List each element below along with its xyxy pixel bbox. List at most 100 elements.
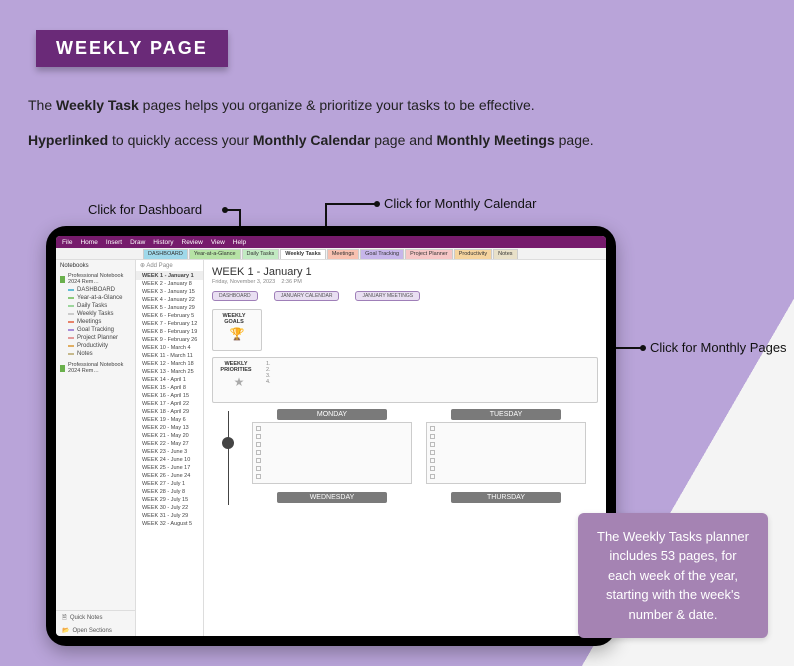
sidebar-item[interactable]: Project Planner	[56, 334, 135, 342]
notebook-label: Professional Notebook 2024 Rem…	[68, 362, 131, 374]
meetings-link-button[interactable]: JANUARY MEETINGS	[355, 291, 420, 301]
notebook-item[interactable]: Professional Notebook 2024 Rem…	[56, 361, 135, 375]
day-grid[interactable]	[426, 422, 586, 484]
page-item[interactable]: WEEK 5 - January 29	[136, 304, 203, 312]
menu-file[interactable]: File	[62, 239, 72, 246]
page-item[interactable]: WEEK 10 - March 4	[136, 344, 203, 352]
page-item[interactable]: WEEK 9 - February 26	[136, 336, 203, 344]
notebook-icon	[60, 276, 65, 283]
sidebar-item[interactable]: DASHBOARD	[56, 286, 135, 294]
page-item[interactable]: WEEK 26 - June 24	[136, 472, 203, 480]
sidebar-item[interactable]: Meetings	[56, 318, 135, 326]
label: Meetings	[77, 319, 101, 325]
page-item[interactable]: WEEK 21 - May 20	[136, 432, 203, 440]
page-item[interactable]: WEEK 6 - February 5	[136, 312, 203, 320]
page-item[interactable]: WEEK 31 - July 29	[136, 512, 203, 520]
sidebar-item[interactable]: Weekly Tasks	[56, 310, 135, 318]
page-item[interactable]: WEEK 15 - April 8	[136, 384, 203, 392]
page-item[interactable]: WEEK 18 - April 29	[136, 408, 203, 416]
calendar-link-button[interactable]: JANUARY CALENDAR	[274, 291, 340, 301]
page-item[interactable]: WEEK 2 - January 8	[136, 280, 203, 288]
star-icon: ★	[218, 375, 260, 389]
sidebar-item[interactable]: Productivity	[56, 342, 135, 350]
quick-notes[interactable]: 🗎Quick Notes	[56, 611, 135, 625]
page-item[interactable]: WEEK 29 - July 15	[136, 496, 203, 504]
page-item[interactable]: WEEK 8 - February 19	[136, 328, 203, 336]
weekly-goals-panel: WEEKLY GOALS 🏆	[212, 309, 262, 351]
page-item[interactable]: WEEK 32 - August 5	[136, 520, 203, 528]
sidebar-item[interactable]: Year-at-a-Glance	[56, 294, 135, 302]
sidebar-item[interactable]: Goal Tracking	[56, 326, 135, 334]
swatch-icon	[68, 289, 74, 291]
sidebar-item[interactable]: Daily Tasks	[56, 302, 135, 310]
note-icon: 🗎	[62, 613, 67, 623]
callout-pages: Click for Monthly Pages	[650, 340, 787, 355]
line	[326, 203, 375, 205]
page-item[interactable]: WEEK 1 - January 1	[136, 272, 203, 280]
page-item[interactable]: WEEK 30 - July 22	[136, 504, 203, 512]
page-badge: WEEKLY PAGE	[36, 30, 228, 67]
page-item[interactable]: WEEK 14 - April 1	[136, 376, 203, 384]
page-item[interactable]: WEEK 3 - January 15	[136, 288, 203, 296]
callout-calendar: Click for Monthly Calendar	[384, 196, 536, 211]
page-item[interactable]: WEEK 20 - May 13	[136, 424, 203, 432]
menu-home[interactable]: Home	[80, 239, 97, 246]
tab-dashboard[interactable]: DASHBOARD	[143, 249, 188, 259]
page-item[interactable]: WEEK 12 - March 18	[136, 360, 203, 368]
sidebar: Notebooks Professional Notebook 2024 Rem…	[56, 260, 136, 636]
page-item[interactable]: WEEK 13 - March 25	[136, 368, 203, 376]
tab-year-at-a-glance[interactable]: Year-at-a-Glance	[189, 249, 241, 259]
dashboard-link-button[interactable]: DASHBOARD	[212, 291, 258, 301]
page-item[interactable]: WEEK 7 - February 12	[136, 320, 203, 328]
tab-daily-tasks[interactable]: Daily Tasks	[242, 249, 280, 259]
menu-history[interactable]: History	[153, 239, 173, 246]
open-sections[interactable]: 📂Open Sections	[56, 625, 135, 636]
page-item[interactable]: WEEK 24 - June 10	[136, 456, 203, 464]
swatch-icon	[68, 321, 74, 323]
t: pages helps you organize & prioritize yo…	[139, 97, 535, 113]
label: DASHBOARD	[77, 287, 115, 293]
t: Monthly Meetings	[437, 132, 555, 148]
callout-dashboard: Click for Dashboard	[88, 202, 202, 217]
day-grid[interactable]	[252, 422, 412, 484]
notebook-item[interactable]: Professional Notebook 2024 Rem…	[56, 272, 135, 286]
day-label: WEDNESDAY	[277, 492, 387, 503]
t: Hyperlinked	[28, 132, 108, 148]
page-item[interactable]: WEEK 17 - April 22	[136, 400, 203, 408]
page-item[interactable]: WEEK 23 - June 3	[136, 448, 203, 456]
page-item[interactable]: WEEK 25 - June 17	[136, 464, 203, 472]
label: Daily Tasks	[77, 303, 107, 309]
timeline-dot	[222, 437, 234, 449]
page-item[interactable]: WEEK 28 - July 8	[136, 488, 203, 496]
sidebar-item[interactable]: Notes	[56, 350, 135, 358]
label: Notes	[77, 351, 93, 357]
day-thursday: THURSDAY	[426, 492, 586, 505]
sidebar-header: Notebooks	[56, 260, 135, 272]
tab-goal-tracking[interactable]: Goal Tracking	[360, 249, 404, 259]
page-item[interactable]: WEEK 22 - May 27	[136, 440, 203, 448]
swatch-icon	[68, 329, 74, 331]
tab-meetings[interactable]: Meetings	[327, 249, 359, 259]
menu-insert[interactable]: Insert	[106, 239, 122, 246]
page-item[interactable]: WEEK 19 - May 6	[136, 416, 203, 424]
add-page[interactable]: ⊕ Add Page	[136, 260, 203, 272]
swatch-icon	[68, 353, 74, 355]
menu-help[interactable]: Help	[233, 239, 246, 246]
tab-notes[interactable]: Notes	[493, 249, 517, 259]
page-item[interactable]: WEEK 27 - July 1	[136, 480, 203, 488]
tab-productivity[interactable]: Productivity	[454, 249, 492, 259]
tab-project-planner[interactable]: Project Planner	[405, 249, 453, 259]
label: Add Page	[146, 263, 172, 269]
swatch-icon	[68, 297, 74, 299]
menu-draw[interactable]: Draw	[130, 239, 145, 246]
notebook-label: Professional Notebook 2024 Rem…	[68, 273, 131, 285]
page-item[interactable]: WEEK 4 - January 22	[136, 296, 203, 304]
tab-weekly-tasks[interactable]: Weekly Tasks	[280, 249, 326, 259]
page-item[interactable]: WEEK 11 - March 11	[136, 352, 203, 360]
page-item[interactable]: WEEK 16 - April 15	[136, 392, 203, 400]
menu-view[interactable]: View	[211, 239, 225, 246]
day-label: TUESDAY	[451, 409, 561, 420]
day-row-1: MONDAY TUESDAY	[252, 409, 586, 484]
menu-review[interactable]: Review	[182, 239, 203, 246]
meta-date: Friday, November 3, 2023	[212, 279, 275, 285]
